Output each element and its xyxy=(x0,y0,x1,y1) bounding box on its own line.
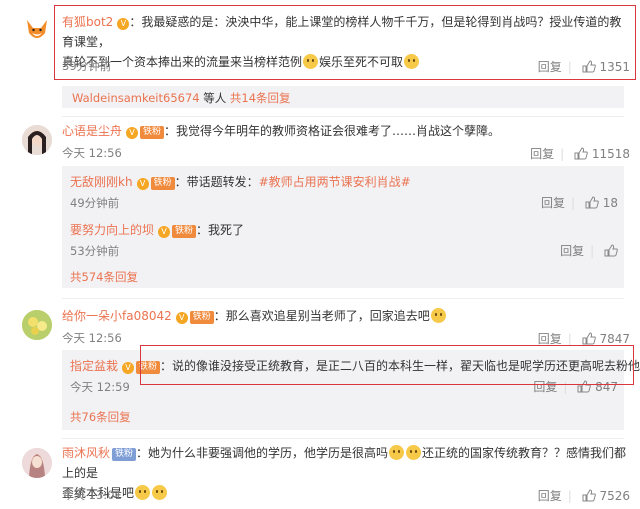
vip-icon: V xyxy=(122,362,135,374)
avatar[interactable] xyxy=(22,448,52,478)
reply-button[interactable]: 回复 xyxy=(538,332,562,346)
reply-user[interactable]: 要努力向上的坝 xyxy=(70,223,154,237)
fan-badge: 铁粉 xyxy=(112,448,137,461)
like-icon[interactable] xyxy=(585,196,599,209)
reply-time: 今天 12:59 xyxy=(70,380,130,394)
highlight-box xyxy=(54,5,636,80)
like-icon[interactable] xyxy=(582,489,596,502)
divider xyxy=(62,438,624,439)
reply-text: ：带话题转发： xyxy=(174,175,259,189)
like-count: 7847 xyxy=(599,332,630,346)
reply-actions: 回复 | xyxy=(560,242,618,259)
reply-user[interactable]: 指定盆栽 xyxy=(70,359,118,373)
comment-body: 心语是尘舟 V 铁粉 ：我觉得今年明年的教师资格证会很难考了……肖战这个孽障。 xyxy=(62,121,500,141)
smile-emoji-icon xyxy=(430,308,446,323)
comment-text: ：我觉得今年明年的教师资格证会很难考了……肖战这个孽障。 xyxy=(164,124,501,138)
reply-summary[interactable]: Waldeinsamkeit65674 等人 共14条回复 xyxy=(62,86,624,108)
fan-badge: 铁粉 xyxy=(172,225,197,238)
like-count: 7526 xyxy=(599,489,630,503)
highlight-box xyxy=(140,345,634,385)
reply-button[interactable]: 回复 xyxy=(530,147,554,161)
sub-reply: 无敌刚刚kh V 铁粉 ：带话题转发：#教师占用两节课安利肖战# xyxy=(70,172,411,192)
more-replies-link[interactable]: 共574条回复 xyxy=(70,269,138,285)
fan-badge: 铁粉 xyxy=(189,311,214,324)
comment-time: 今天 12:56 xyxy=(62,146,122,160)
more-replies-link[interactable]: 共76条回复 xyxy=(70,409,131,425)
comment-text: ：那么喜欢追星别当老师了，回家追去吧 xyxy=(213,309,430,323)
sub-reply: 要努力向上的坝 V 铁粉 ：我死了 xyxy=(70,220,244,240)
avatar[interactable] xyxy=(22,15,52,45)
vip-icon: V xyxy=(158,226,171,238)
more-replies-link[interactable]: 共14条回复 xyxy=(230,91,291,105)
reply-text: ：我死了 xyxy=(196,223,245,237)
comment-actions: 回复 | 7526 xyxy=(537,489,630,503)
reply-button[interactable]: 回复 xyxy=(541,196,565,210)
vip-icon: V xyxy=(175,312,188,324)
comment-body: 给你一朵小fa08042 V 铁粉 ：那么喜欢追星别当老师了，回家追去吧 xyxy=(62,306,447,326)
comment-user[interactable]: 雨沐风秋 xyxy=(62,446,110,460)
reply-user[interactable]: 无敌刚刚kh xyxy=(70,175,133,189)
topic-link[interactable]: #教师占用两节课安利肖战# xyxy=(259,175,411,189)
fan-badge: 铁粉 xyxy=(140,126,165,139)
comment-actions: 回复 | 11518 xyxy=(530,147,630,161)
vip-icon: V xyxy=(136,178,149,190)
comment-text: ：她为什么非要强调他的学历，他学历是很高吗 xyxy=(136,446,389,460)
like-icon[interactable] xyxy=(574,147,588,160)
comment-user[interactable]: 心语是尘舟 xyxy=(62,124,122,138)
reply-actions: 回复 | 18 xyxy=(541,196,618,210)
comment-user[interactable]: 给你一朵小fa08042 xyxy=(62,309,172,323)
comment-time: 今天 12:56 xyxy=(62,331,122,345)
fan-badge: 铁粉 xyxy=(150,177,175,190)
like-icon[interactable] xyxy=(604,244,618,257)
comment-time: 今天 13:01 xyxy=(62,488,122,502)
reply-list: 无敌刚刚kh V 铁粉 ：带话题转发：#教师占用两节课安利肖战# 49分钟前 回复 | … xyxy=(62,166,624,288)
reply-button[interactable]: 回复 xyxy=(538,489,562,503)
like-icon[interactable] xyxy=(582,332,596,345)
sweat-emoji-icon xyxy=(152,485,168,500)
like-count: 18 xyxy=(602,196,618,210)
reply-user[interactable]: Waldeinsamkeit65674 xyxy=(72,91,200,105)
reply-time: 53分钟前 xyxy=(70,244,120,258)
divider xyxy=(62,298,624,299)
sweat-emoji-icon xyxy=(135,485,151,500)
avatar[interactable] xyxy=(22,310,52,340)
reply-time: 49分钟前 xyxy=(70,196,120,210)
reply-button[interactable]: 回复 xyxy=(560,244,584,258)
divider xyxy=(62,116,624,117)
vip-icon: V xyxy=(126,127,139,139)
sweat-emoji-icon xyxy=(389,445,405,460)
sweat-emoji-icon xyxy=(406,445,422,460)
avatar[interactable] xyxy=(22,125,52,155)
like-count: 11518 xyxy=(591,147,630,161)
